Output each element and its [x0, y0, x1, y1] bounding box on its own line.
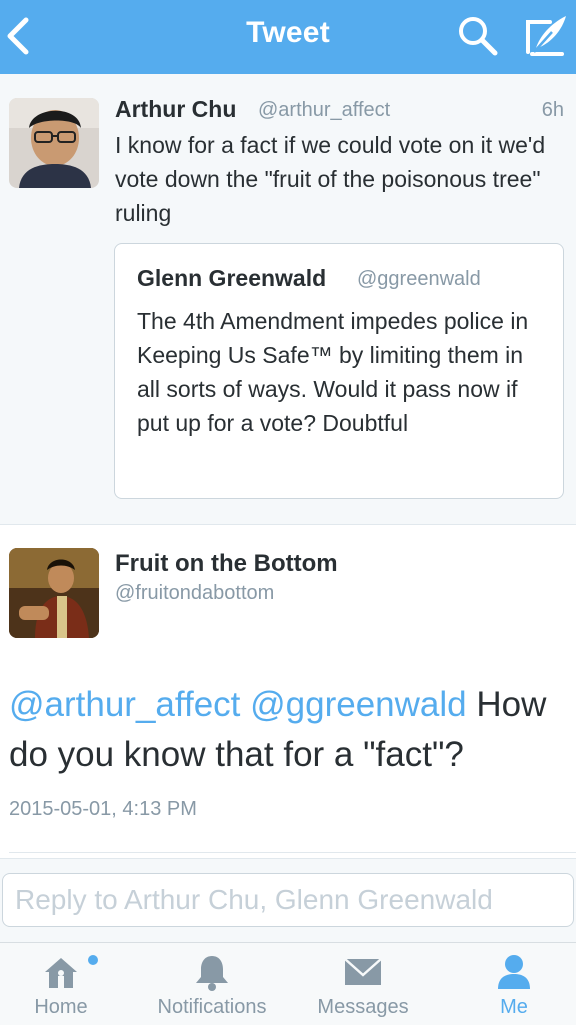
top-nav-bar: Tweet: [0, 0, 576, 74]
quoted-tweet-text: The 4th Amendment impedes police in Keep…: [137, 308, 529, 436]
compose-icon[interactable]: [522, 12, 570, 60]
notification-dot: [88, 955, 98, 965]
author-handle[interactable]: @arthur_affect: [258, 99, 390, 122]
reply-bar: [0, 858, 576, 943]
author-name[interactable]: Arthur Chu: [115, 96, 236, 123]
author-handle[interactable]: @fruitondabottom: [115, 582, 274, 605]
tweet-text: I know for a fact if we could vote on it…: [115, 132, 546, 226]
tweet-timestamp: 2015-05-01, 4:13 PM: [9, 798, 197, 820]
quoted-tweet[interactable]: Glenn Greenwald @ggreenwald The 4th Amen…: [114, 243, 564, 499]
tab-label: Messages: [317, 996, 409, 1018]
tab-me[interactable]: Me: [444, 943, 576, 1025]
tab-messages[interactable]: Messages: [293, 943, 433, 1025]
quoted-author-name: Glenn Greenwald: [137, 265, 327, 291]
divider: [9, 852, 576, 853]
person-icon: [498, 955, 530, 989]
search-icon[interactable]: [456, 14, 500, 58]
tab-home[interactable]: Home: [0, 943, 131, 1025]
avatar[interactable]: [9, 98, 99, 188]
tweet-time: 6h: [541, 99, 564, 121]
home-icon: [45, 958, 77, 988]
avatar[interactable]: [9, 548, 99, 638]
mention-link[interactable]: @ggreenwald: [250, 685, 467, 724]
quoted-author-handle: @ggreenwald: [357, 268, 481, 290]
mention-link[interactable]: @arthur_affect: [9, 685, 240, 724]
tweet-text: @arthur_affect @ggreenwald How do you kn…: [9, 680, 569, 780]
reply-input[interactable]: [2, 873, 574, 927]
tab-notifications[interactable]: Notifications: [142, 943, 282, 1025]
tab-label: Me: [500, 996, 528, 1018]
tab-label: Home: [34, 996, 88, 1018]
author-name[interactable]: Fruit on the Bottom: [115, 550, 338, 578]
context-tweet[interactable]: Arthur Chu @arthur_affect 6h I know for …: [0, 74, 576, 525]
bell-icon: [196, 956, 228, 991]
bottom-tab-bar: Home Notifications Messages Me: [0, 942, 576, 1025]
envelope-icon: [344, 958, 382, 985]
tab-label: Notifications: [157, 996, 267, 1018]
